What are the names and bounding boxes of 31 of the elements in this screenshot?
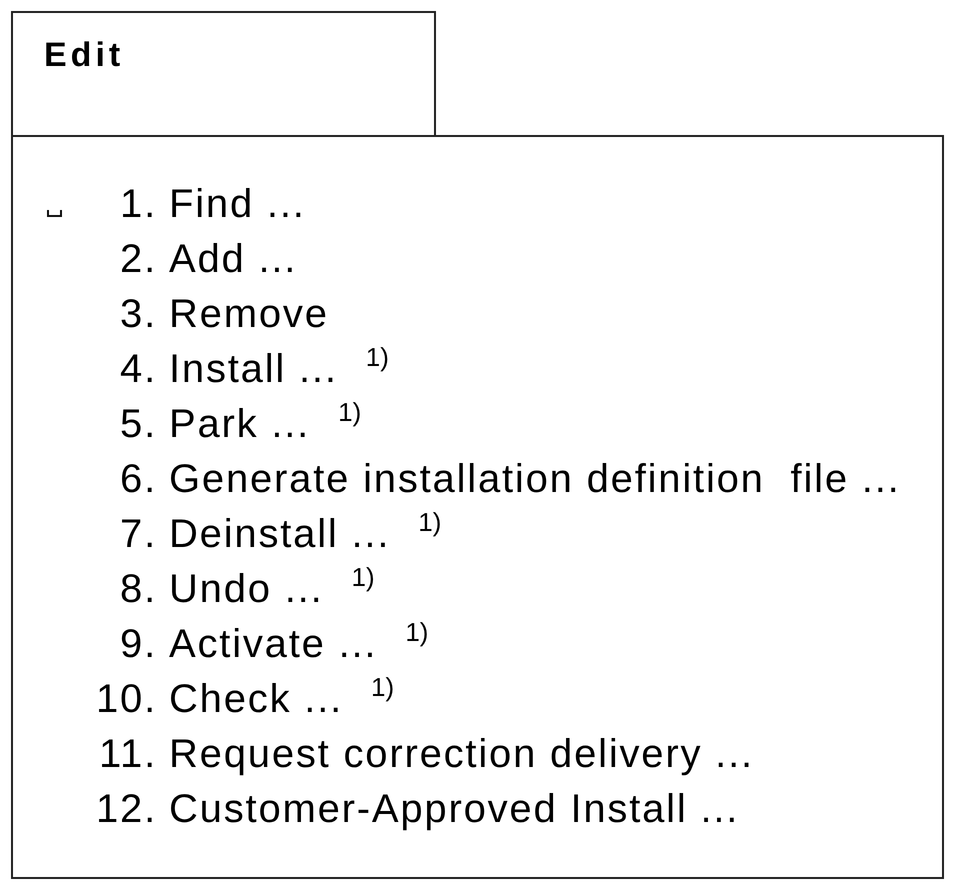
menu-item[interactable]: Install ... [169,342,338,397]
item-number: 2. [119,236,157,283]
menu-item[interactable]: Find ... [169,177,306,232]
footnote-mark: 1) [418,507,442,537]
footnote-mark: 1) [366,342,389,372]
item-number: 4. [119,346,157,393]
footnote-mark: 1) [371,672,394,702]
item-number: 11. [98,731,157,778]
item-number: 3. [119,291,157,338]
item-number: 12. [95,786,157,833]
menu-tab[interactable]: Edit [11,11,436,135]
item-number: 8. [119,566,157,613]
menu-item[interactable]: Deinstall ... [169,507,390,562]
menu-item[interactable]: Undo ... [169,562,324,617]
item-number: 7. [119,511,157,558]
item-number: 9. [119,621,157,668]
footnote-mark: 1) [338,397,362,427]
menu-item[interactable]: Add ... [169,232,298,287]
footnote-mark: 1) [351,562,375,592]
menu-item[interactable]: Activate ... [169,617,378,672]
item-number: 6. [119,456,157,503]
menu-item[interactable]: Park ... [169,397,310,452]
item-number: 1. [119,181,157,228]
item-number: 5. [119,401,157,448]
menu-item[interactable]: Request correction delivery ... [169,727,754,782]
menu-item[interactable]: Generate installation definition file ... [169,452,901,507]
menu-item[interactable]: Check ... [169,672,344,727]
item-number: 10. [95,676,157,723]
menu-item[interactable]: Remove [169,287,329,342]
menu-item[interactable]: Customer-Approved Install ... [169,782,740,837]
footnote-mark: 1) [405,617,428,647]
